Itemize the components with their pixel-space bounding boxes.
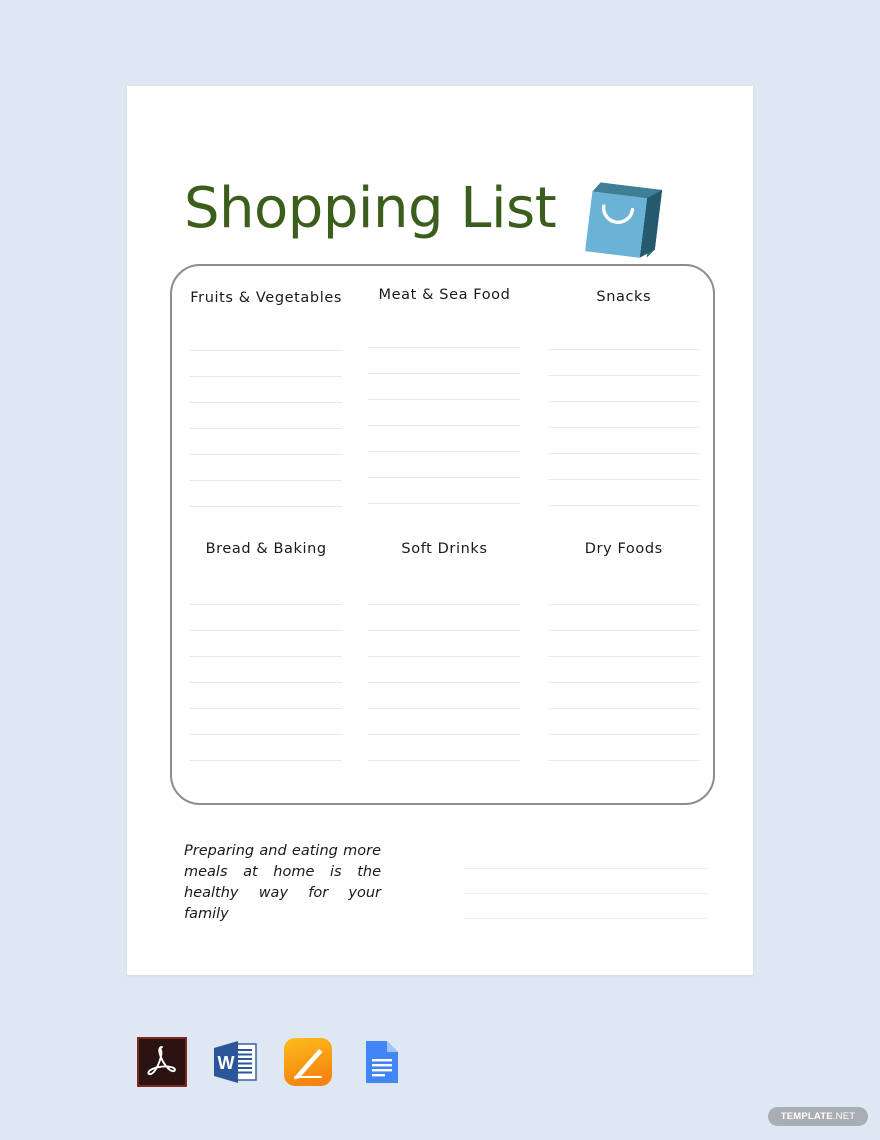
rule-line[interactable] — [547, 579, 700, 605]
column-heading: Fruits & Vegetables — [190, 290, 343, 306]
rule-line[interactable] — [368, 709, 521, 735]
pdf-icon[interactable] — [137, 1037, 187, 1087]
svg-text:W: W — [218, 1053, 235, 1073]
rule-line[interactable] — [547, 683, 700, 709]
rule-line[interactable] — [368, 400, 521, 426]
rule-line[interactable] — [368, 374, 521, 400]
rule-line[interactable] — [190, 709, 343, 735]
footer-notes-lines[interactable] — [464, 844, 708, 919]
rule-line[interactable] — [547, 631, 700, 657]
rule-line[interactable] — [547, 350, 700, 376]
list-column-snacks: Snacks — [533, 284, 713, 507]
ruled-lines[interactable] — [368, 322, 521, 504]
rule-line[interactable] — [547, 454, 700, 480]
ruled-lines[interactable] — [368, 579, 521, 761]
google-docs-icon[interactable] — [356, 1037, 406, 1087]
list-column-bread-baking: Bread & Baking — [172, 538, 352, 761]
title-row: Shopping List — [184, 171, 704, 271]
column-heading: Dry Foods — [584, 541, 663, 557]
watermark-light-text: .NET — [832, 1111, 856, 1122]
shopping-bag-icon — [569, 171, 669, 271]
list-column-soft-drinks: Soft Drinks — [352, 538, 532, 761]
column-heading: Meat & Sea Food — [378, 287, 511, 303]
rule-line[interactable] — [547, 709, 700, 735]
list-column-meat-sea-food: Meat & Sea Food — [352, 284, 532, 507]
file-format-icons: W — [137, 1037, 406, 1087]
rule-line[interactable] — [547, 324, 700, 350]
rule-line[interactable] — [368, 478, 521, 504]
rule-line[interactable] — [368, 452, 521, 478]
rule-line[interactable] — [547, 605, 700, 631]
rule-line[interactable] — [190, 683, 343, 709]
rule-line[interactable] — [190, 325, 343, 351]
rule-line[interactable] — [190, 429, 343, 455]
list-block-top: Fruits & Vegetables Meat & Sea Food Snac… — [172, 284, 713, 507]
ruled-lines[interactable] — [547, 579, 700, 761]
rule-line[interactable] — [190, 455, 343, 481]
rule-line[interactable] — [547, 428, 700, 454]
rule-line[interactable] — [368, 579, 521, 605]
pages-icon[interactable] — [283, 1037, 333, 1087]
rule-line[interactable] — [368, 348, 521, 374]
rule-line[interactable] — [368, 426, 521, 452]
rule-line[interactable] — [190, 579, 343, 605]
list-block-bottom: Bread & Baking Soft Drinks Dry Foods — [172, 538, 713, 761]
rule-line[interactable] — [190, 481, 343, 507]
rule-line[interactable] — [368, 605, 521, 631]
list-column-fruits-vegetables: Fruits & Vegetables — [172, 284, 352, 507]
rule-line[interactable] — [368, 657, 521, 683]
column-heading: Soft Drinks — [401, 541, 488, 557]
ruled-lines[interactable] — [190, 579, 343, 761]
list-column-dry-foods: Dry Foods — [533, 538, 713, 761]
page-title: Shopping List — [184, 176, 557, 241]
rule-line[interactable] — [190, 735, 343, 761]
rule-line[interactable] — [368, 683, 521, 709]
rule-line[interactable] — [190, 631, 343, 657]
document-page: Shopping List Fruits & Vegetables Meat &… — [127, 86, 753, 975]
footer-area: Preparing and eating more meals at home … — [184, 841, 709, 922]
rule-line[interactable] — [547, 376, 700, 402]
rule-line[interactable] — [547, 657, 700, 683]
column-heading: Bread & Baking — [205, 541, 327, 557]
watermark-bold-text: TEMPLATE — [780, 1111, 833, 1122]
rule-line[interactable] — [190, 403, 343, 429]
ruled-lines[interactable] — [547, 324, 700, 506]
word-icon[interactable]: W — [210, 1037, 260, 1087]
rule-line[interactable] — [190, 351, 343, 377]
template-watermark: TEMPLATE .NET — [768, 1107, 868, 1126]
column-heading: Snacks — [596, 289, 652, 305]
footer-quote: Preparing and eating more meals at home … — [184, 843, 381, 922]
rule-line[interactable] — [547, 480, 700, 506]
rule-line[interactable] — [368, 322, 521, 348]
rule-line[interactable] — [190, 605, 343, 631]
footer-rule-line[interactable] — [464, 869, 708, 894]
rule-line[interactable] — [190, 377, 343, 403]
rule-line[interactable] — [547, 735, 700, 761]
shopping-list-card: Fruits & Vegetables Meat & Sea Food Snac… — [170, 264, 715, 805]
rule-line[interactable] — [190, 657, 343, 683]
rule-line[interactable] — [368, 735, 521, 761]
footer-rule-line[interactable] — [464, 894, 708, 919]
rule-line[interactable] — [547, 402, 700, 428]
footer-rule-line[interactable] — [464, 844, 708, 869]
rule-line[interactable] — [368, 631, 521, 657]
ruled-lines[interactable] — [190, 325, 343, 507]
